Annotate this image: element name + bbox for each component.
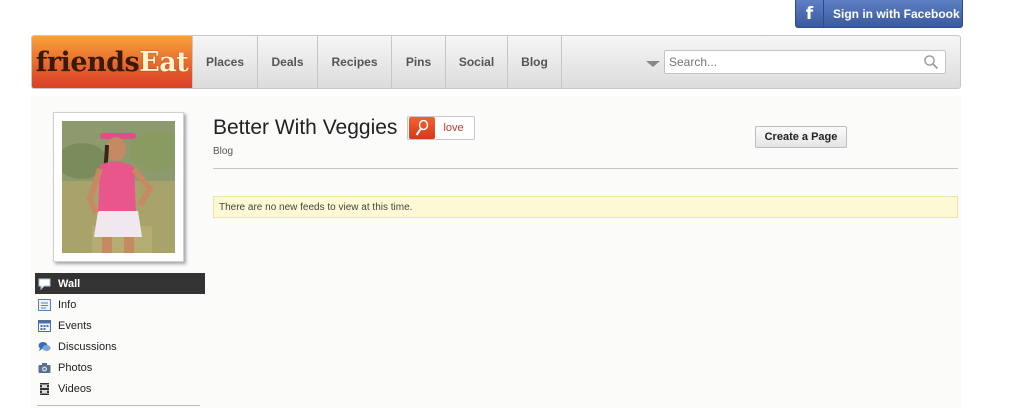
sidebar-divider: [37, 405, 200, 406]
nav-deals[interactable]: Deals: [258, 36, 318, 88]
search-dropdown-arrow-icon[interactable]: [646, 61, 660, 67]
search-area: [646, 36, 960, 88]
sidebar-item-label: Photos: [58, 361, 93, 374]
sidebar-item-events[interactable]: Events: [35, 315, 205, 336]
create-page-button[interactable]: Create a Page: [755, 126, 847, 148]
page-subtitle: Blog: [213, 146, 234, 157]
search-input[interactable]: [665, 52, 915, 72]
nav-pins[interactable]: Pins: [392, 36, 446, 88]
speech-bubble-icon: [38, 278, 51, 290]
page: f Sign in with Facebook friends Eat Place…: [0, 0, 1024, 408]
whisk-icon: [409, 117, 436, 139]
title-row: Better With Veggies love: [213, 116, 475, 140]
sidebar-item-wall[interactable]: Wall: [35, 273, 205, 294]
facebook-icon: f: [796, 0, 824, 27]
logo-text-eat: Eat: [139, 46, 189, 78]
nav-blog[interactable]: Blog: [508, 36, 562, 88]
sidebar-item-label: Videos: [58, 382, 92, 395]
profile-photo-frame: [53, 112, 184, 262]
discussion-icon: [38, 341, 51, 353]
search-icon[interactable]: [923, 54, 939, 70]
no-feeds-notice: There are no new feeds to view at this t…: [213, 196, 958, 218]
profile-photo-image: [62, 121, 175, 253]
sidebar-item-discussions[interactable]: Discussions: [35, 336, 205, 357]
film-icon: [38, 382, 51, 395]
sidebar-item-videos[interactable]: Videos: [35, 378, 205, 399]
info-card-icon: [38, 298, 51, 311]
page-title: Better With Veggies: [213, 116, 398, 139]
profile-photo[interactable]: [62, 121, 175, 253]
content-area: Wall Info Events Discussions Photos Vide…: [31, 96, 961, 408]
main-nav: Places Deals Recipes Pins Social Blog: [192, 36, 562, 88]
sidebar-item-label: Events: [58, 319, 92, 332]
nav-social[interactable]: Social: [446, 36, 508, 88]
title-divider: [213, 168, 958, 169]
sidebar-item-label: Discussions: [58, 340, 117, 353]
nav-recipes[interactable]: Recipes: [318, 36, 392, 88]
search-box: [664, 50, 946, 74]
sidebar-item-photos[interactable]: Photos: [35, 357, 205, 378]
logo-text-friends: friends: [35, 46, 140, 78]
sidebar-item-label: Wall: [58, 277, 81, 290]
calendar-icon: [38, 319, 51, 332]
facebook-signin-button[interactable]: f Sign in with Facebook: [795, 0, 963, 28]
header-bar: friends Eat Places Deals Recipes Pins Soc…: [31, 35, 961, 89]
sidebar-menu: Wall Info Events Discussions Photos Vide…: [35, 273, 205, 399]
friendseat-logo[interactable]: friends Eat: [32, 36, 192, 88]
nav-places[interactable]: Places: [192, 36, 258, 88]
facebook-signin-label: Sign in with Facebook: [833, 6, 960, 21]
love-label: love: [443, 122, 464, 134]
sidebar-item-label: Info: [58, 298, 77, 311]
camera-icon: [38, 362, 51, 374]
sidebar-item-info[interactable]: Info: [35, 294, 205, 315]
love-button[interactable]: love: [407, 116, 475, 140]
